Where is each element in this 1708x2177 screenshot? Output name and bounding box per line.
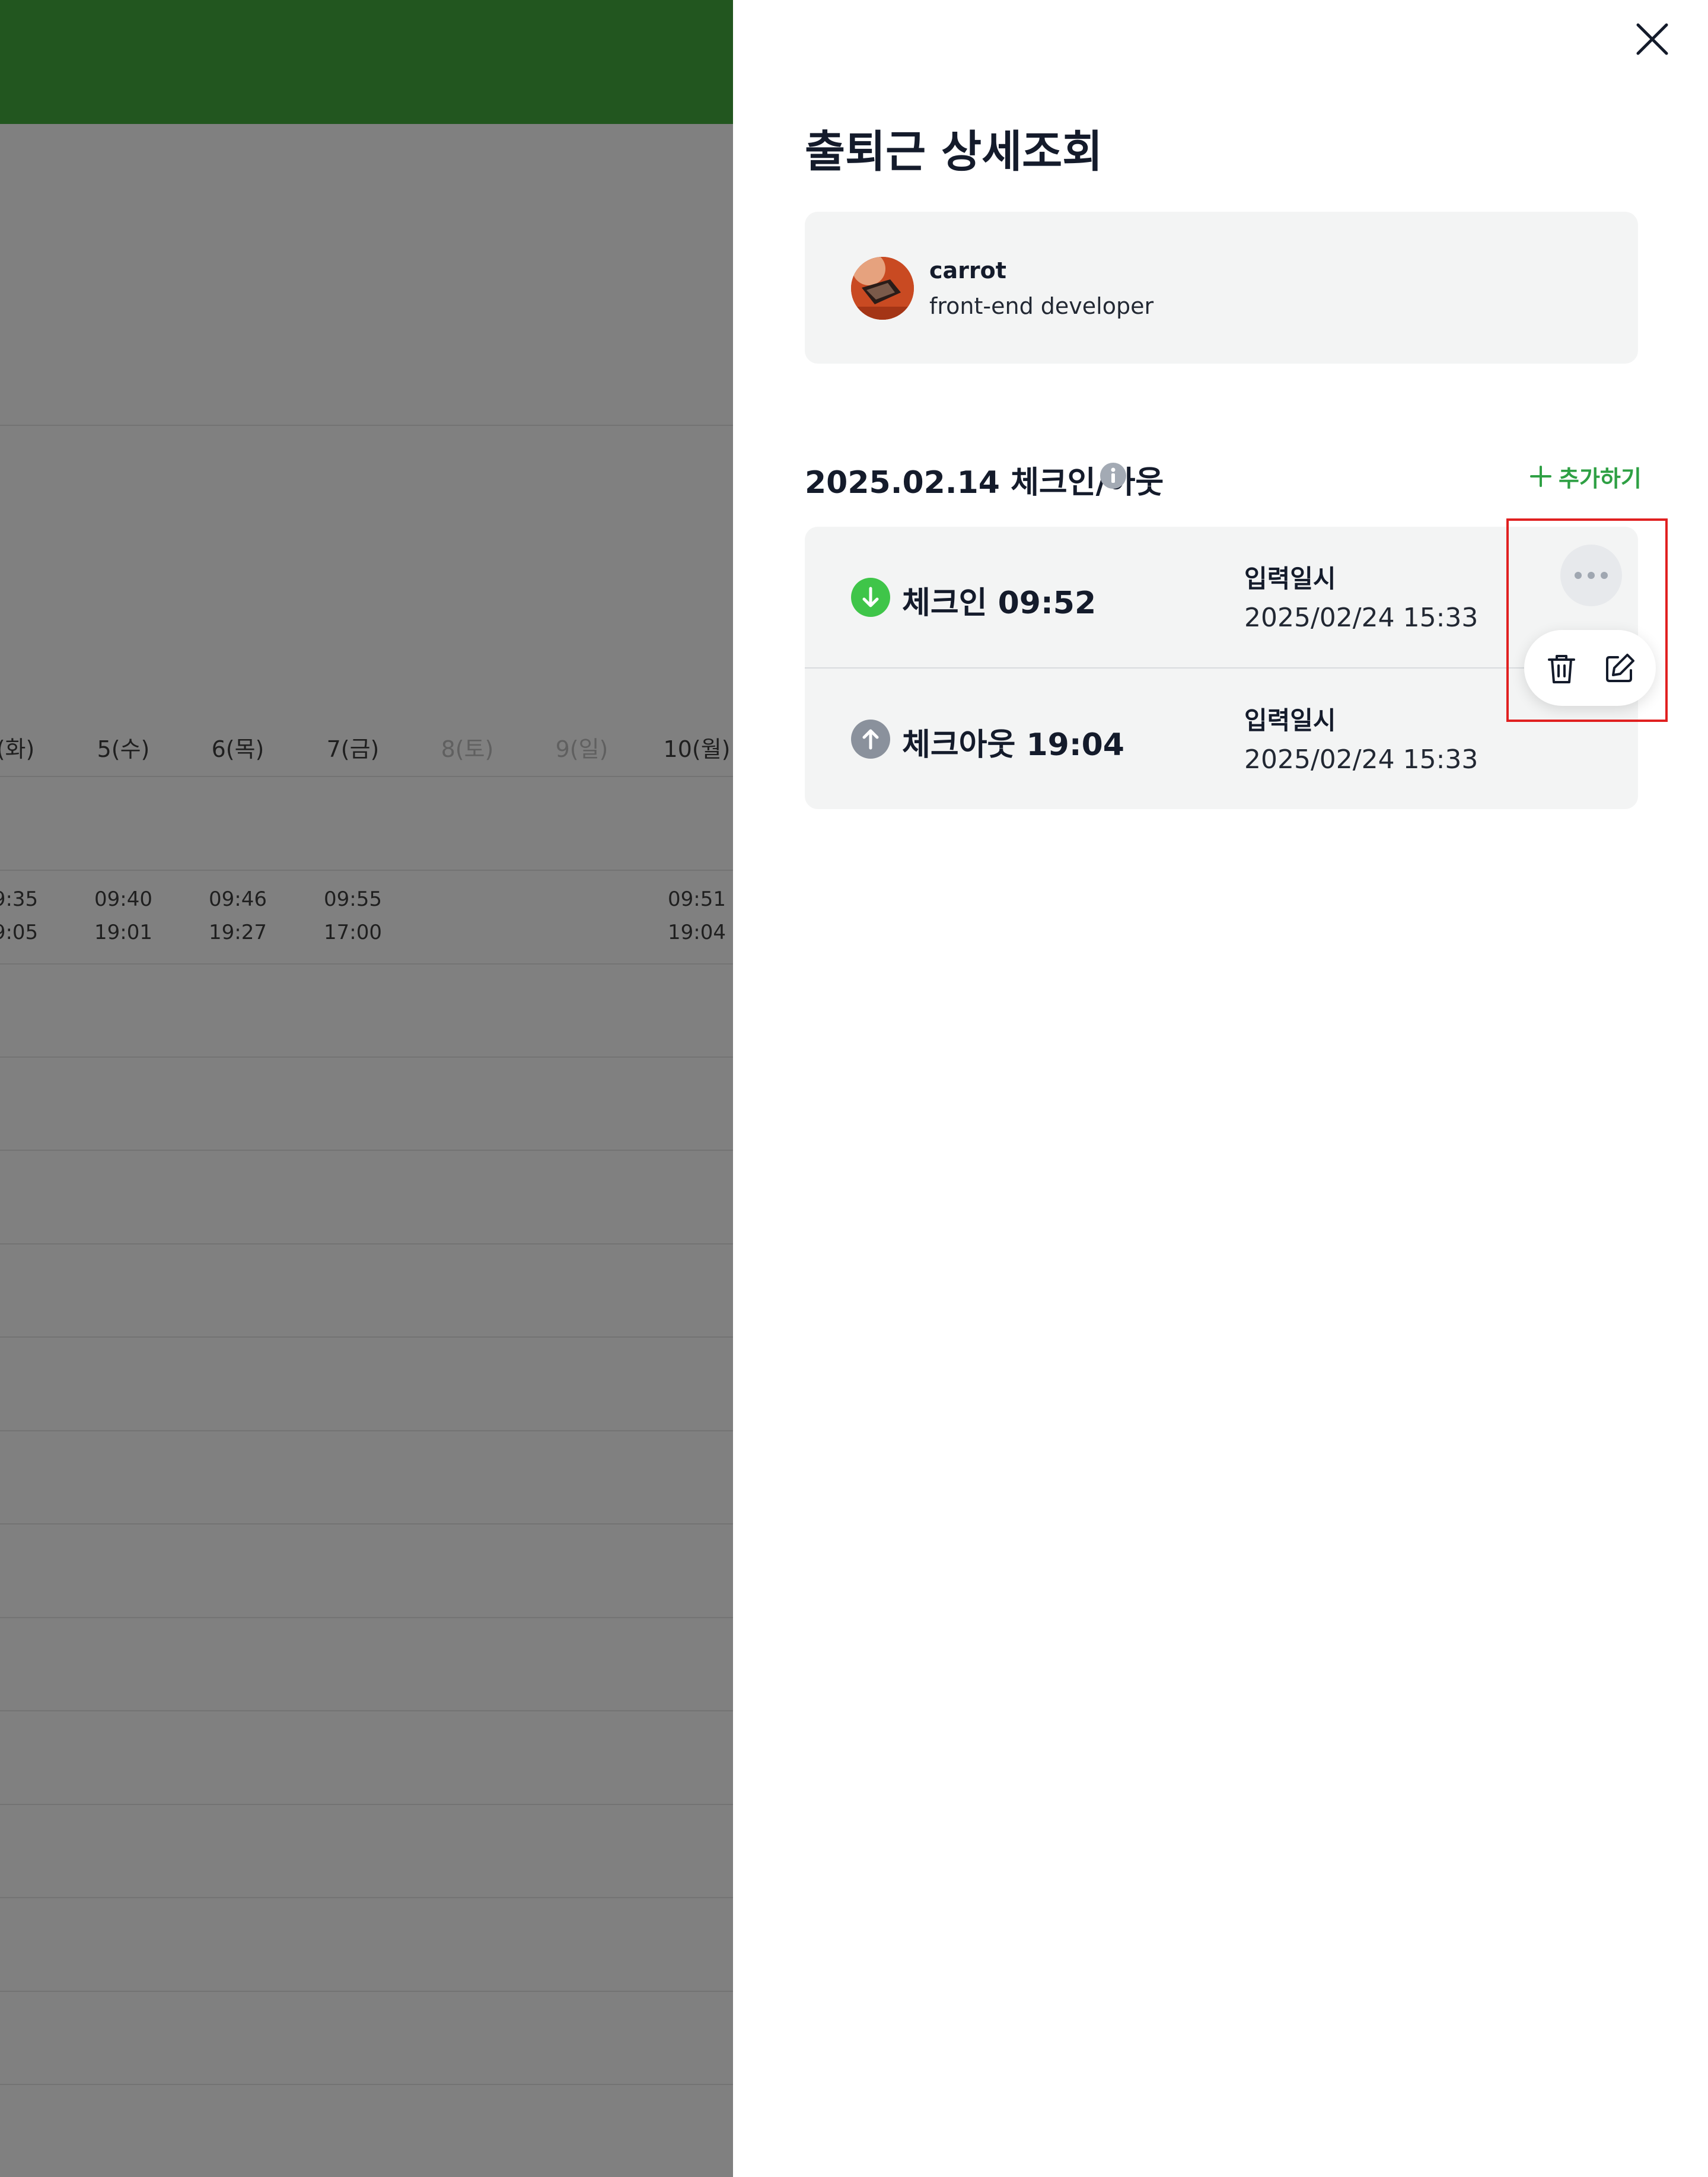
row-divider [0,1897,733,1898]
day-header: 7(금) [326,736,380,762]
row-divider [0,2084,733,2085]
time-out: 9:05 [0,921,39,944]
time-in: 9:35 [0,887,39,911]
row-divider [0,963,733,965]
day-header: 5(수) [97,736,150,762]
user-role: front-end developer [929,293,1154,319]
drawer-title: 출퇴근 상세조회 [805,126,1103,177]
input-datetime-value: 2025/02/24 15:33 [1244,603,1478,633]
arrow-up-icon [851,720,890,759]
calendar-header-bar [0,0,733,124]
row-divider [0,1243,733,1245]
checkout-label: 체크아웃 19:04 [902,727,1124,763]
avatar [851,257,914,320]
add-record-button[interactable]: 추가하기 [1528,460,1642,492]
time-out: 17:00 [324,921,382,944]
arrow-down-icon [851,578,890,617]
input-datetime-label: 입력일시 [1244,564,1336,593]
row-divider [0,1523,733,1524]
input-datetime-value: 2025/02/24 15:33 [1244,744,1478,775]
user-profile-card [805,212,1638,364]
info-icon[interactable] [1099,462,1127,490]
input-datetime-label: 입력일시 [1244,706,1336,735]
row-divider [0,1710,733,1711]
row-divider [0,1430,733,1431]
time-in: 09:55 [324,887,382,911]
time-in: 09:46 [209,887,267,911]
time-out: 19:27 [209,921,267,944]
row-divider [0,776,733,777]
row-divider [0,1804,733,1805]
add-record-label: 추가하기 [1559,465,1642,492]
row-divider [0,1056,733,1058]
row-divider [0,425,733,426]
row-divider [0,1336,733,1338]
highlight-box [1506,518,1668,722]
day-header: 10(월) [663,736,731,762]
time-out: 19:01 [94,921,152,944]
row-divider [0,1150,733,1151]
close-icon[interactable] [1633,20,1671,58]
time-in: 09:51 [668,887,726,911]
day-header: 8(토) [441,736,494,762]
day-header: 9(일) [555,736,608,762]
day-header: (화) [0,736,35,762]
row-divider [0,870,733,871]
row-divider [0,1617,733,1618]
day-header: 6(목) [211,736,265,762]
checkin-label: 체크인 09:52 [902,585,1097,621]
user-name: carrot [929,257,1006,284]
row-divider [0,1991,733,1992]
time-out: 19:04 [668,921,726,944]
plus-icon [1530,466,1551,487]
time-in: 09:40 [94,887,152,911]
calendar-overlay-background: (화) 5(수) 6(목) 7(금) 8(토) 9(일) 10(월) 9:35 … [0,0,733,2177]
